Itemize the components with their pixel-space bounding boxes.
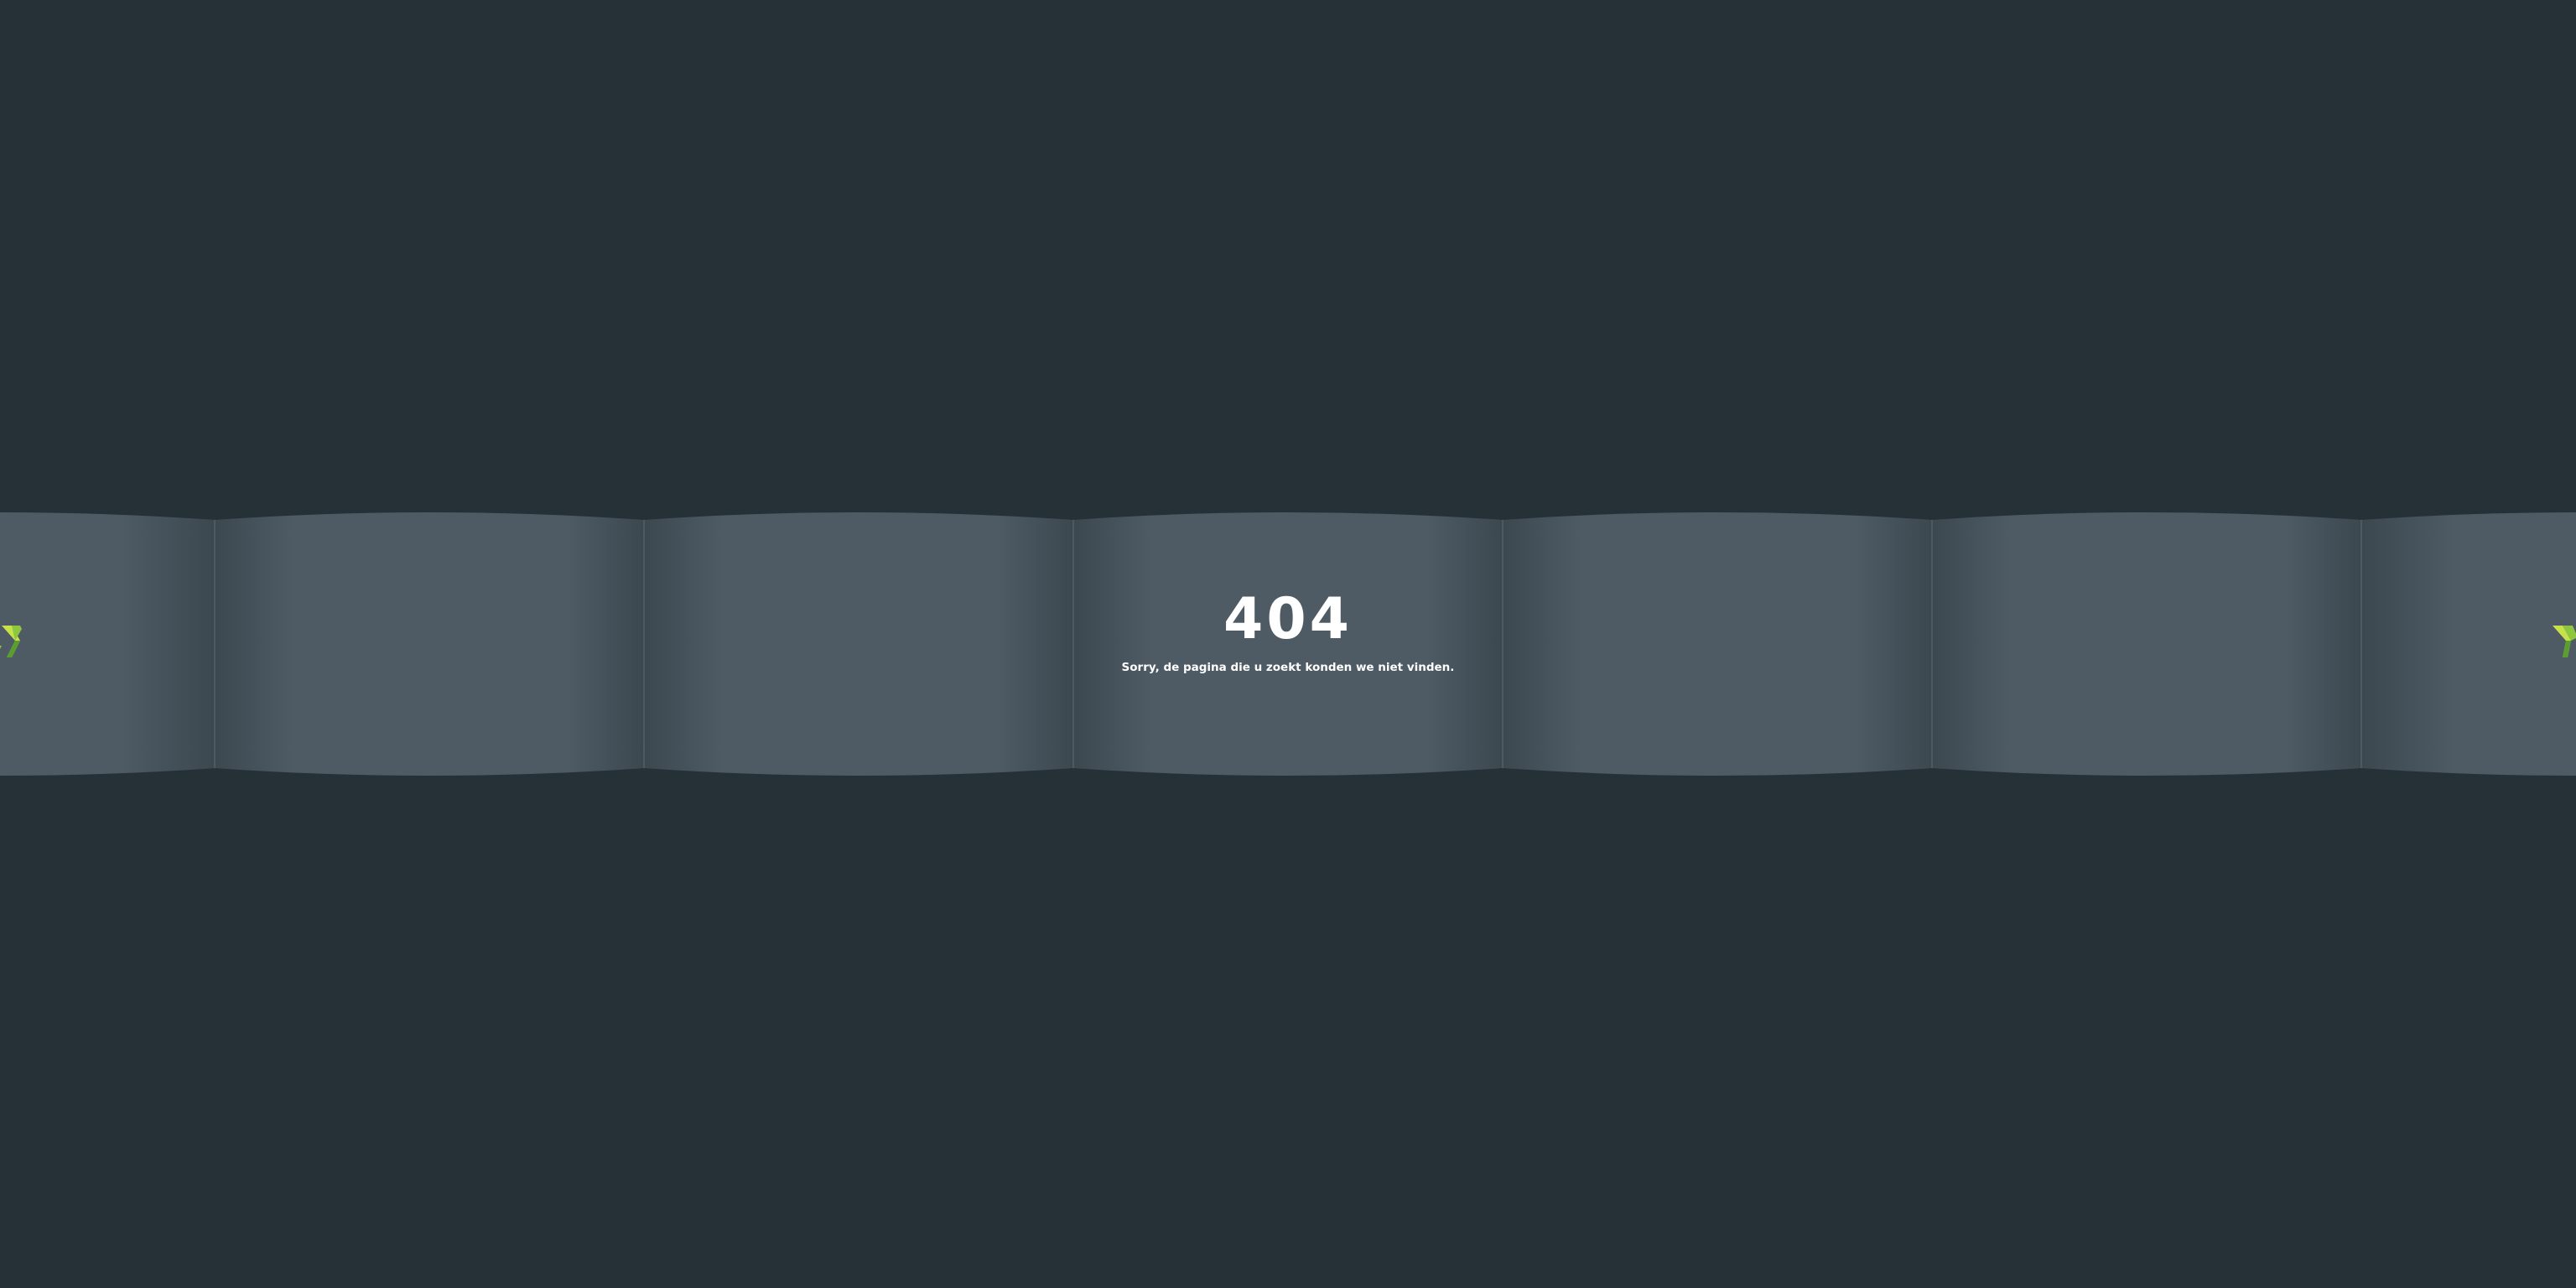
banner-panel [1503,512,1932,776]
error-message-block: 404 Sorry, de pagina die u zoekt konden … [1078,587,1498,676]
error-page: 404 Sorry, de pagina die u zoekt konden … [0,0,2576,1288]
error-description: Sorry, de pagina die u zoekt konden we n… [1121,661,1455,674]
banner-panel [215,512,644,776]
banner-panel [1932,512,2361,776]
banner-panel [0,512,215,776]
banner-panel [644,512,1073,776]
banner-panel [2361,512,2576,776]
green-chevron-logo-icon [0,622,22,667]
green-chevron-logo-icon [2553,622,2576,667]
error-code: 404 [1223,586,1353,652]
